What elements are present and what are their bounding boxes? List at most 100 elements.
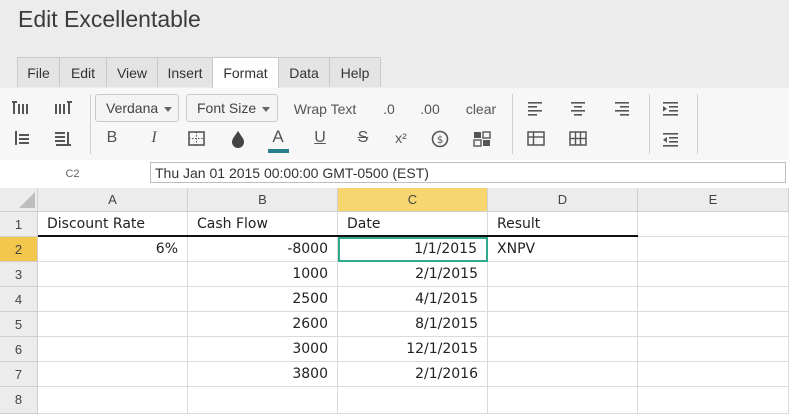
align-left-icon[interactable] [526, 98, 546, 118]
indent-decrease-icon[interactable] [661, 129, 681, 149]
font-family-value: Verdana [106, 100, 159, 116]
align-right-icon[interactable] [611, 98, 631, 118]
cell-a6[interactable] [38, 337, 188, 362]
menu-tab-data[interactable]: Data [278, 57, 330, 87]
cell-e2[interactable] [638, 237, 789, 262]
cell-e1[interactable] [638, 212, 789, 237]
insert-row-below-icon[interactable] [53, 128, 73, 148]
cell-c1[interactable]: Date [338, 212, 488, 237]
formula-input[interactable]: Thu Jan 01 2015 00:00:00 GMT-0500 (EST) [150, 162, 786, 183]
border-icon[interactable] [187, 129, 207, 149]
column-header-b[interactable]: B [188, 188, 338, 212]
cell-e7[interactable] [638, 362, 789, 387]
chevron-down-icon [262, 106, 271, 112]
fill-color-icon[interactable] [228, 129, 248, 149]
wrap-text-button[interactable]: Wrap Text [288, 96, 362, 122]
toolbar-separator [649, 94, 650, 154]
cell-b6[interactable]: 3000 [188, 337, 338, 362]
font-family-dropdown[interactable]: Verdana [95, 94, 179, 122]
select-all-corner[interactable] [0, 188, 38, 212]
cell-a3[interactable] [38, 262, 188, 287]
cell-d1[interactable]: Result [488, 212, 638, 237]
cell-a7[interactable] [38, 362, 188, 387]
cell-b2[interactable]: -8000 [188, 237, 338, 262]
formula-bar: C2 Thu Jan 01 2015 00:00:00 GMT-0500 (ES… [0, 160, 789, 189]
insert-row-above-icon[interactable] [11, 128, 31, 148]
column-header-a[interactable]: A [38, 188, 188, 212]
row-header[interactable]: 5 [0, 312, 38, 337]
cell-d7[interactable] [488, 362, 638, 387]
title-bar: Edit Excellentable [0, 0, 789, 57]
cell-e8[interactable] [638, 387, 789, 414]
superscript-button[interactable]: x² [389, 125, 413, 151]
align-center-icon[interactable] [568, 98, 588, 118]
cell-a4[interactable] [38, 287, 188, 312]
table-grid-icon[interactable] [526, 129, 546, 149]
indent-increase-icon[interactable] [661, 98, 681, 118]
cell-a2[interactable]: 6% [38, 237, 188, 262]
cell-a8[interactable] [38, 387, 188, 414]
cell-a5[interactable] [38, 312, 188, 337]
menu-tab-format[interactable]: Format [212, 57, 279, 88]
column-header-d[interactable]: D [488, 188, 638, 212]
cell-a1[interactable]: Discount Rate [38, 212, 188, 237]
menu-tab-file[interactable]: File [17, 57, 60, 87]
cell-d2[interactable]: XNPV [488, 237, 638, 262]
row-header[interactable]: 8 [0, 387, 38, 414]
underline-button[interactable]: U [308, 125, 332, 151]
cell-e5[interactable] [638, 312, 789, 337]
toolbar-separator [90, 94, 91, 154]
cell-reference[interactable]: C2 [0, 163, 145, 185]
cell-b7[interactable]: 3800 [188, 362, 338, 387]
toolbar-separator [697, 94, 698, 154]
cell-e3[interactable] [638, 262, 789, 287]
text-color-button[interactable]: A [266, 124, 290, 150]
cell-e6[interactable] [638, 337, 789, 362]
menu-tab-view[interactable]: View [106, 57, 158, 87]
text-color-swatch [268, 149, 289, 153]
cell-c2-active[interactable]: 1/1/2015 [338, 237, 488, 262]
row-header[interactable]: 7 [0, 362, 38, 387]
clear-format-button[interactable]: clear [460, 96, 502, 122]
cell-b8[interactable] [188, 387, 338, 414]
row-header[interactable]: 2 [0, 237, 38, 262]
decrease-decimals-button[interactable]: .0 [376, 96, 402, 122]
cell-b5[interactable]: 2600 [188, 312, 338, 337]
row-header[interactable]: 3 [0, 262, 38, 287]
currency-icon[interactable]: $ [430, 129, 450, 149]
strikethrough-button[interactable]: S [351, 125, 375, 151]
increase-decimals-button[interactable]: .00 [414, 96, 446, 122]
cell-c4[interactable]: 4/1/2015 [338, 287, 488, 312]
cell-d3[interactable] [488, 262, 638, 287]
number-format-icon[interactable] [472, 129, 492, 149]
column-header-c[interactable]: C [338, 188, 488, 212]
cell-d6[interactable] [488, 337, 638, 362]
corner-triangle-icon [18, 192, 35, 208]
cell-d5[interactable] [488, 312, 638, 337]
cell-d4[interactable] [488, 287, 638, 312]
table-grid-alt-icon[interactable] [568, 129, 588, 149]
cell-e4[interactable] [638, 287, 789, 312]
cell-c3[interactable]: 2/1/2015 [338, 262, 488, 287]
insert-column-right-icon[interactable] [53, 98, 73, 118]
row-header[interactable]: 6 [0, 337, 38, 362]
font-size-dropdown[interactable]: Font Size [186, 94, 278, 122]
column-header-e[interactable]: E [638, 188, 789, 212]
cell-c7[interactable]: 2/1/2016 [338, 362, 488, 387]
cell-c8[interactable] [338, 387, 488, 414]
cell-c5[interactable]: 8/1/2015 [338, 312, 488, 337]
cell-b1[interactable]: Cash Flow [188, 212, 338, 237]
italic-button[interactable]: I [142, 125, 166, 151]
cell-b4[interactable]: 2500 [188, 287, 338, 312]
cell-b3[interactable]: 1000 [188, 262, 338, 287]
bold-button[interactable]: B [100, 125, 124, 151]
cell-d8[interactable] [488, 387, 638, 414]
menu-tab-insert[interactable]: Insert [157, 57, 213, 87]
cell-c6[interactable]: 12/1/2015 [338, 337, 488, 362]
row-header[interactable]: 4 [0, 287, 38, 312]
menu-tab-help[interactable]: Help [329, 57, 381, 87]
menu-tab-edit[interactable]: Edit [59, 57, 107, 87]
app-title: Edit Excellentable [18, 6, 201, 32]
insert-column-left-icon[interactable] [11, 98, 31, 118]
row-header[interactable]: 1 [0, 212, 38, 237]
